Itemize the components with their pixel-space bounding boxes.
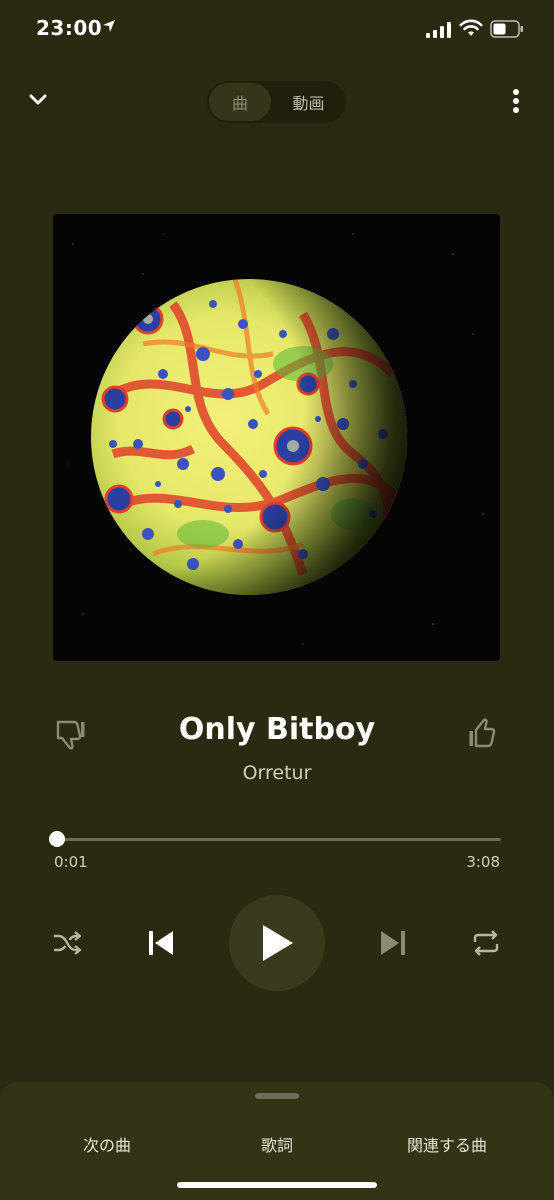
chevron-down-icon [29, 94, 47, 105]
repeat-button[interactable] [469, 926, 503, 960]
cellular-signal-icon [426, 22, 451, 38]
home-indicator[interactable] [177, 1182, 377, 1188]
progress-thumb[interactable] [49, 831, 66, 847]
tab-up-next[interactable]: 次の曲 [60, 1132, 154, 1156]
wifi-icon [459, 19, 483, 36]
like-button[interactable] [466, 716, 502, 752]
repeat-icon [473, 930, 499, 956]
song-video-toggle: 曲 動画 [207, 81, 346, 123]
album-art [53, 214, 500, 661]
next-track-button[interactable] [374, 924, 412, 962]
tab-video[interactable]: 動画 [273, 83, 344, 121]
skip-previous-icon [149, 931, 173, 955]
artist-name[interactable]: Orretur [100, 762, 454, 784]
play-icon [263, 925, 293, 961]
drag-handle[interactable] [255, 1093, 299, 1099]
tab-song[interactable]: 曲 [209, 83, 271, 121]
thumbs-up-icon [469, 718, 496, 748]
more-options-button[interactable] [504, 86, 528, 116]
bottom-sheet: 次の曲 歌詞 関連する曲 [0, 1082, 554, 1200]
shuffle-icon [54, 931, 82, 955]
elapsed-time: 0:01 [54, 853, 88, 871]
location-arrow-icon [103, 20, 115, 32]
dislike-button[interactable] [52, 716, 88, 752]
tab-related[interactable]: 関連する曲 [384, 1132, 510, 1156]
track-title: Only Bitboy [178, 712, 376, 747]
moon-artwork-image [53, 214, 500, 661]
tab-lyrics[interactable]: 歌詞 [230, 1132, 324, 1156]
status-bar: 23:00 [0, 0, 554, 60]
thumbs-down-icon [56, 720, 85, 750]
collapse-player-button[interactable] [24, 86, 52, 114]
play-button[interactable] [229, 895, 325, 991]
progress-track[interactable] [49, 831, 501, 847]
status-time: 23:00 [36, 16, 103, 40]
more-vert-icon [513, 89, 519, 113]
battery-icon [490, 20, 523, 38]
skip-next-icon [381, 931, 405, 955]
previous-track-button[interactable] [142, 924, 180, 962]
shuffle-button[interactable] [50, 926, 84, 960]
total-duration: 3:08 [466, 853, 500, 871]
